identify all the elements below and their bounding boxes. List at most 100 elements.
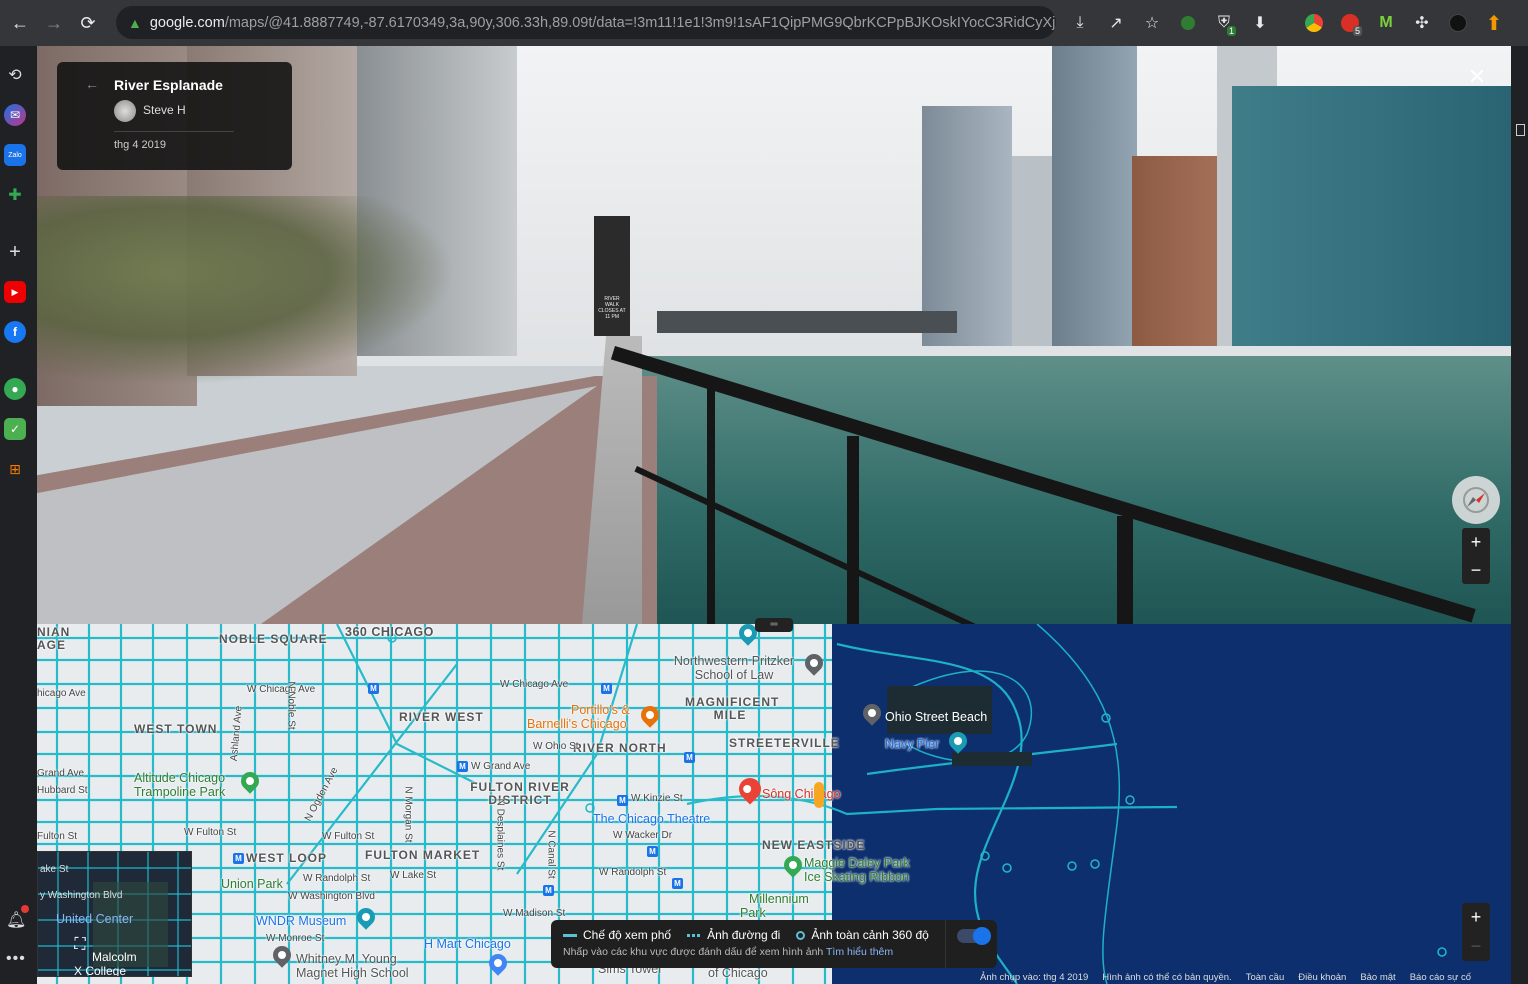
pegman-icon[interactable] — [814, 782, 824, 808]
map-label-west-loop: WEST LOOP — [246, 851, 327, 865]
poi-label-navy-pier[interactable]: Navy Pier — [885, 737, 939, 751]
poi-label-chicago-theatre[interactable]: The Chicago Theatre — [593, 812, 710, 826]
footer-global[interactable]: Toàn cầu — [1246, 972, 1285, 984]
reload-button[interactable]: ⟳ — [74, 9, 102, 37]
poi-label-ice-ribbon[interactable]: Ice Skating Ribbon — [804, 870, 909, 884]
puzzle-icon[interactable]: ✣ — [1404, 8, 1440, 38]
metro-icon[interactable]: M — [233, 853, 244, 864]
minimap-street-washington: y Washington Blvd — [40, 890, 123, 901]
poi-label-song-chicago[interactable]: Sông Chicago — [762, 787, 841, 801]
poi-label-trampoline[interactable]: Trampoline Park — [134, 785, 225, 799]
map-label-west-town: WEST TOWN — [134, 722, 218, 736]
metro-icon[interactable]: M — [368, 683, 379, 694]
author-name[interactable]: Steve H — [143, 103, 186, 117]
expand-minimap-icon[interactable]: ⛶ — [69, 934, 91, 956]
chrome-ext-icon[interactable] — [1296, 8, 1332, 38]
right-edge-panel — [1511, 46, 1528, 984]
game-icon[interactable]: ✚ — [4, 184, 26, 206]
star-icon[interactable]: ☆ — [1134, 8, 1170, 38]
minimap[interactable]: ake St y Washington Blvd United Center M… — [37, 851, 192, 977]
back-button[interactable]: ← — [6, 9, 34, 37]
metro-icon[interactable]: M — [647, 846, 658, 857]
poi-label-wndr-museum[interactable]: WNDR Museum — [256, 914, 346, 928]
update-icon[interactable]: ⬆ — [1476, 8, 1512, 38]
moon-icon[interactable] — [1170, 8, 1206, 38]
download-arrow-icon[interactable]: ⬇ — [1242, 8, 1278, 38]
share-icon[interactable]: ↗ — [1098, 8, 1134, 38]
street-label-fulton-st-left: Fulton St — [37, 831, 78, 842]
river-walk-sign: RIVER WALK CLOSES AT 11 PM — [598, 296, 626, 320]
monster-icon[interactable]: M — [1368, 8, 1404, 38]
metro-icon[interactable]: M — [457, 761, 468, 772]
poi-label-portillos[interactable]: Portillo's & — [571, 703, 630, 717]
poi-label-millennium[interactable]: Millennium — [749, 892, 809, 906]
globe-icon[interactable]: ● — [4, 378, 26, 400]
zalo-app-icon[interactable]: ✓ — [4, 418, 26, 440]
minimap-street-lake: ake St — [40, 864, 69, 875]
notification-bell-icon[interactable]: 🔔︎ — [6, 910, 26, 930]
streetview-zoom-in-button[interactable]: + — [1462, 528, 1490, 556]
map-label-noble-square: NOBLE SQUARE — [219, 632, 328, 646]
metro-icon[interactable]: M — [601, 683, 612, 694]
poi-label-altitude[interactable]: Altitude Chicago — [134, 771, 225, 785]
street-label-ohio-st: W Ohio St — [533, 741, 579, 752]
address-bar[interactable]: ▲ google.com /maps/@41.8887749,-87.61703… — [116, 6, 1056, 39]
forward-button[interactable]: → — [40, 9, 68, 37]
url-path: /maps/@41.8887749,-87.6170349,3a,90y,306… — [224, 14, 1056, 31]
footer-report[interactable]: Báo cáo sự cố — [1410, 972, 1471, 984]
download-icon[interactable]: ⤓ — [1062, 8, 1098, 38]
location-card: ← River Esplanade Steve H thg 4 2019 — [57, 62, 292, 170]
footer-copyright[interactable]: Hình ảnh có thể có bản quyền. — [1102, 972, 1231, 984]
map-label-streeterville: STREETERVILLE — [729, 736, 840, 750]
metro-icon[interactable]: M — [672, 878, 683, 889]
poi-label-whitney-young[interactable]: Whitney M. Young — [296, 952, 397, 966]
footer-privacy[interactable]: Bảo mật — [1360, 972, 1395, 984]
poi-label-northwestern[interactable]: Northwestern Pritzker School of Law — [659, 654, 809, 682]
minimap-poi-xcollege[interactable]: X College — [74, 964, 126, 976]
author-avatar[interactable] — [114, 100, 136, 122]
coverage-toggle[interactable] — [957, 927, 991, 945]
messenger-icon[interactable]: ✉ — [4, 104, 26, 126]
poi-label-union-park[interactable]: Union Park — [221, 877, 283, 891]
shop-icon[interactable]: ⊞ — [4, 458, 26, 480]
poi-label-of-chicago[interactable]: of Chicago — [708, 966, 768, 980]
poi-label-360-chicago[interactable]: 360 CHICAGO — [345, 625, 434, 639]
sidebar-toggle-icon[interactable] — [1516, 124, 1525, 136]
map-zoom-in-button[interactable]: + — [1462, 903, 1490, 932]
poi-label-ohio-street-beach[interactable]: Ohio Street Beach — [885, 710, 987, 724]
poi-label-maggie-daley[interactable]: Maggie Daley Park — [804, 856, 910, 870]
profile-icon[interactable] — [1440, 8, 1476, 38]
shield-icon[interactable]: ⛨ 1 — [1206, 8, 1242, 38]
adblock-icon[interactable]: 5 — [1332, 8, 1368, 38]
street-label-randolph-st-2: W Randolph St — [599, 867, 667, 878]
map-label-river-west: RIVER WEST — [399, 710, 484, 724]
map-zoom-out-button[interactable]: − — [1462, 932, 1490, 961]
close-streetview-button[interactable]: ✕ — [1466, 66, 1488, 88]
more-icon[interactable]: ••• — [6, 950, 26, 968]
url-host: google.com — [149, 14, 225, 31]
metro-icon[interactable]: M — [543, 885, 554, 896]
compass-icon[interactable] — [1452, 476, 1500, 524]
back-arrow-icon[interactable]: ← — [85, 76, 99, 92]
poi-label-millennium-park[interactable]: Park — [740, 906, 766, 920]
street-label-wacker-dr: W Wacker Dr — [613, 830, 673, 841]
street-view-panorama[interactable]: RIVER WALK CLOSES AT 11 PM ← River Espla… — [37, 46, 1511, 624]
learn-more-link[interactable]: Tìm hiểu thêm — [826, 946, 893, 958]
metro-icon[interactable]: M — [617, 795, 628, 806]
poi-label-barnellis[interactable]: Barnelli's Chicago — [527, 717, 627, 731]
metro-icon[interactable]: M — [684, 752, 695, 763]
streetview-zoom-out-button[interactable]: − — [1462, 556, 1490, 584]
youtube-icon[interactable]: ▶ — [4, 281, 26, 303]
footer-terms[interactable]: Điều khoản — [1298, 972, 1346, 984]
split-drag-handle[interactable]: ═ — [755, 618, 793, 632]
minimap-poi-malcolm[interactable]: Malcolm — [92, 950, 137, 964]
building-right-6 — [1232, 86, 1511, 346]
poi-label-magnet-high[interactable]: Magnet High School — [296, 966, 409, 980]
minimap-poi-united-center[interactable]: United Center — [56, 912, 133, 926]
facebook-icon[interactable]: f — [4, 321, 26, 343]
add-icon[interactable]: + — [4, 241, 26, 263]
history-icon[interactable]: ⟲ — [4, 64, 26, 86]
zalo-icon[interactable]: Zalo — [4, 144, 26, 166]
poi-label-hmart[interactable]: H Mart Chicago — [424, 937, 511, 951]
compass-needle-icon — [1463, 487, 1489, 513]
